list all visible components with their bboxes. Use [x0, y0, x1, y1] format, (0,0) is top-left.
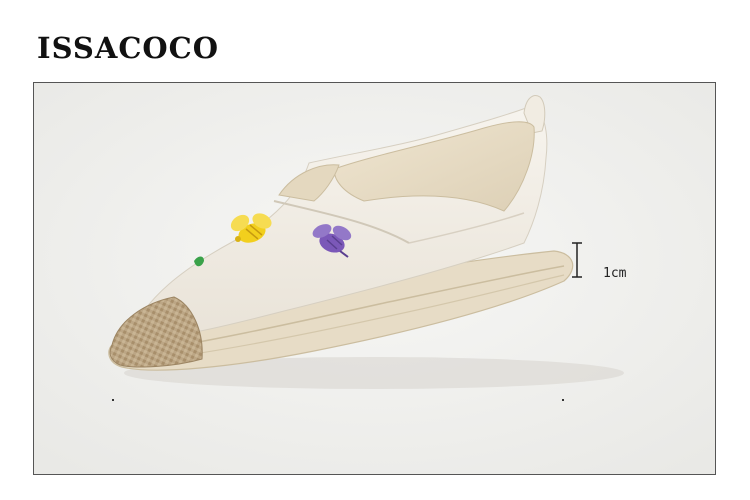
marker-dot-right	[562, 399, 564, 401]
sole-height-label: 1cm	[603, 266, 627, 281]
product-image-frame: 1cm	[33, 82, 716, 475]
marker-dot-left	[112, 399, 114, 401]
brand-logo-text: ISSACOCO	[37, 31, 219, 65]
